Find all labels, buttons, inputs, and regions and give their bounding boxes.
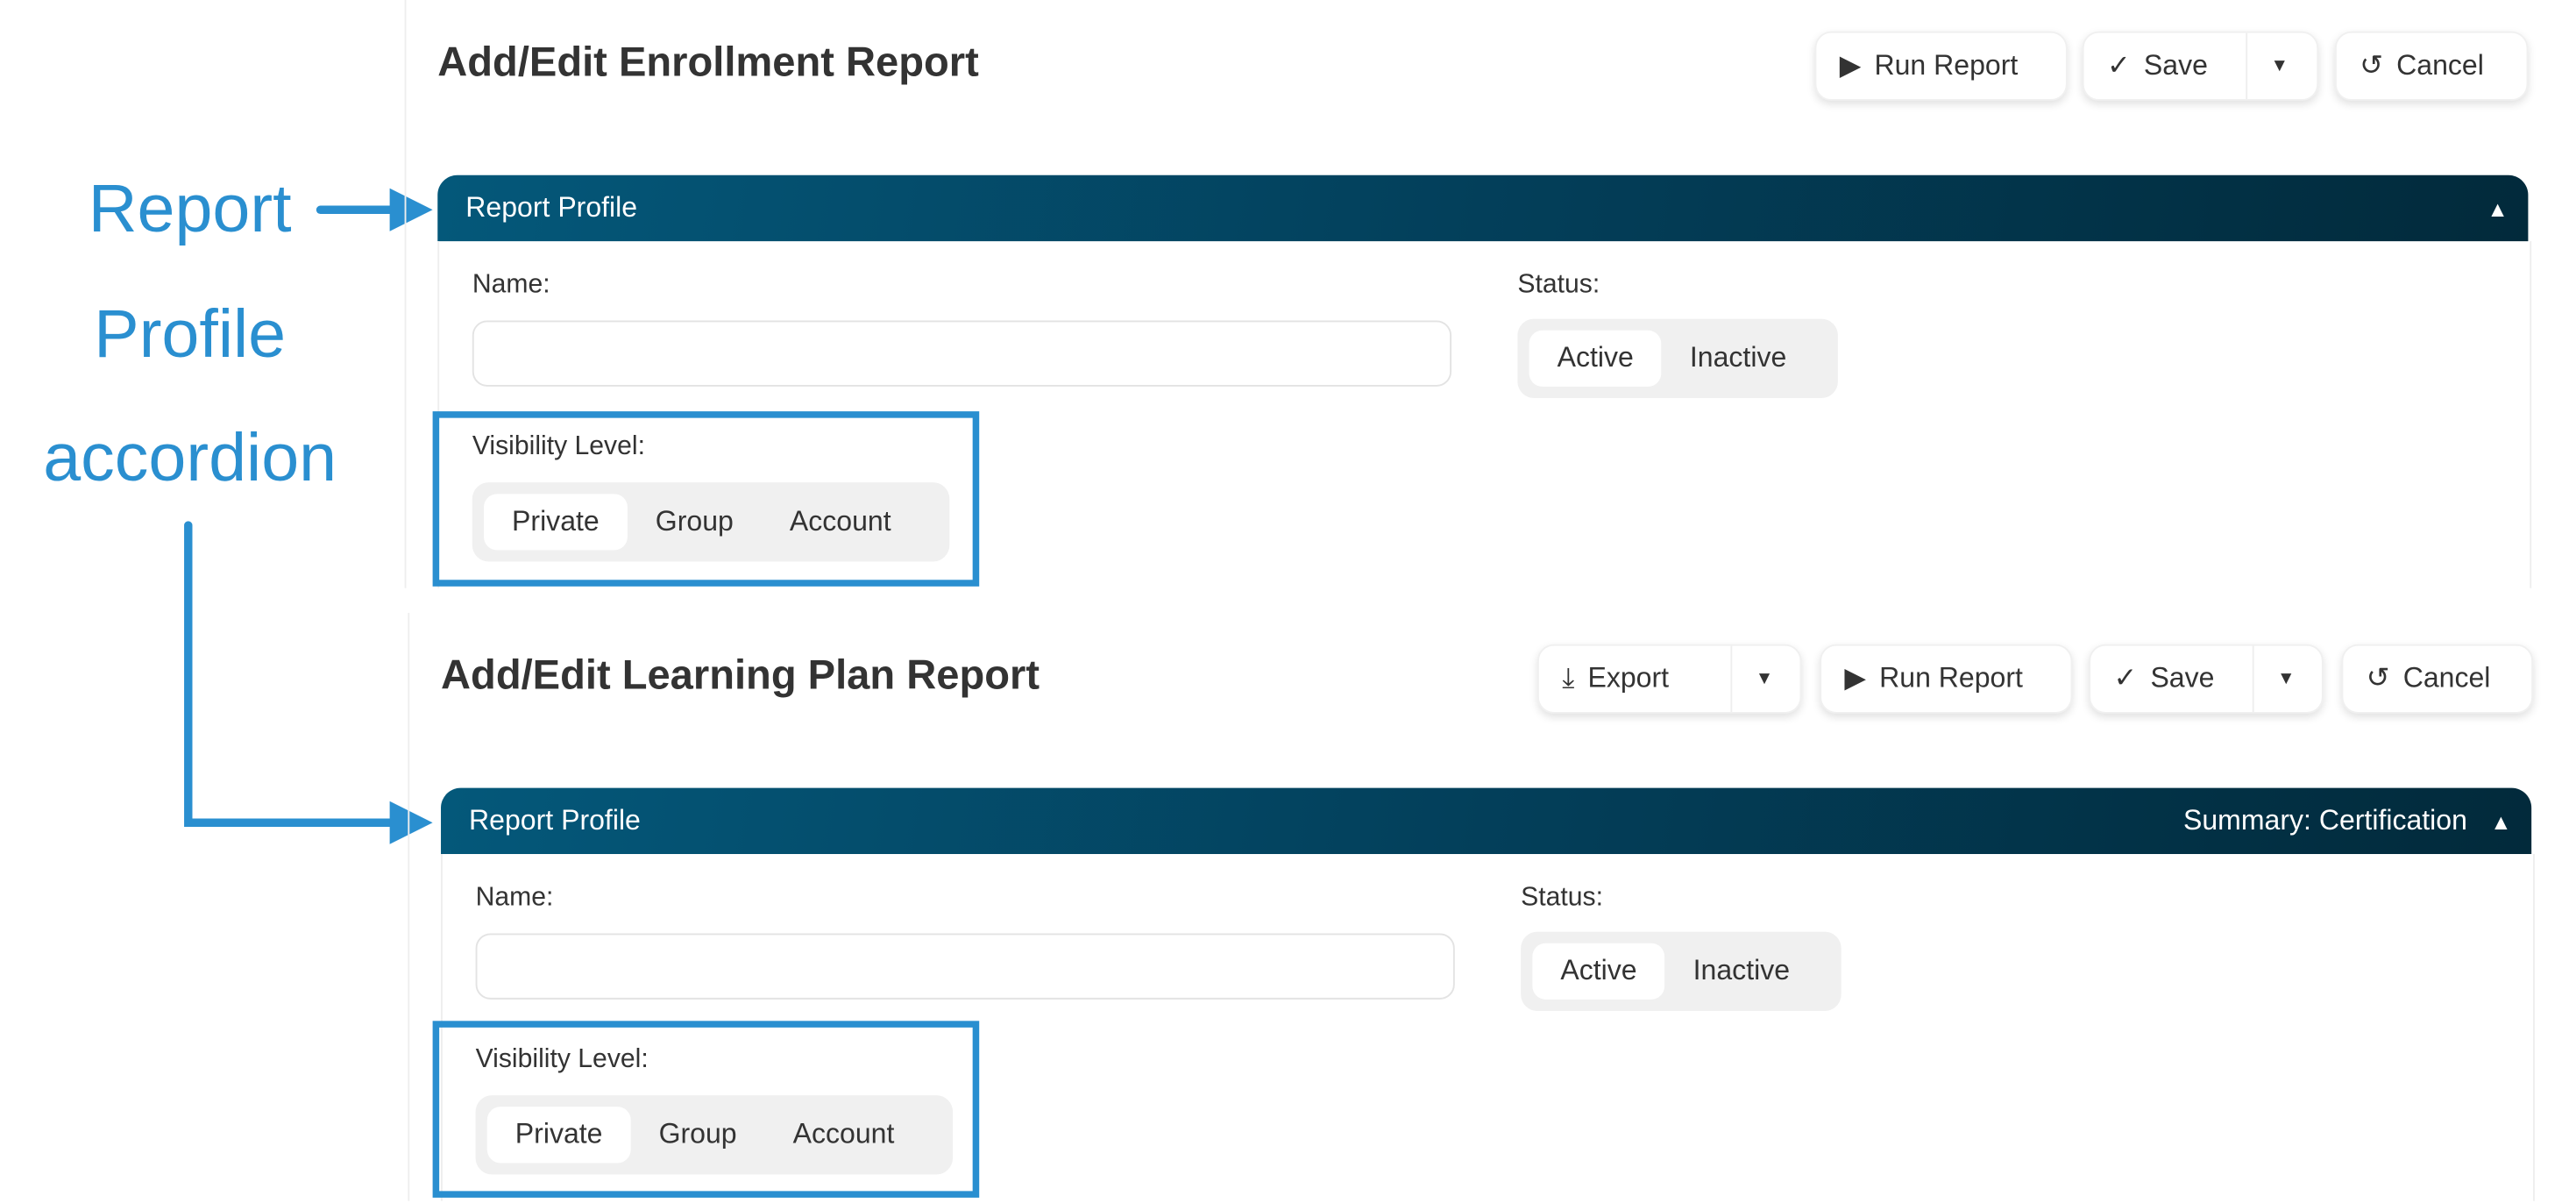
export-button[interactable]: ⤓ Export: [1539, 646, 1731, 712]
name-input[interactable]: [472, 320, 1452, 387]
status-label: Status:: [1521, 883, 1604, 912]
name-label: Name:: [475, 883, 554, 912]
status-option-active[interactable]: Active: [1532, 943, 1665, 1000]
status-label: Status:: [1517, 270, 1600, 300]
run-report-button[interactable]: ▶︎ Run Report: [1820, 644, 2073, 714]
download-tray-icon: ⤓: [1562, 662, 1575, 694]
play-circle-icon: ▶︎: [1844, 662, 1867, 694]
save-button[interactable]: ✓ Save: [2084, 33, 2246, 99]
save-button-group[interactable]: ✓ Save ▼: [2082, 31, 2319, 101]
status-option-inactive[interactable]: Inactive: [1662, 331, 1814, 387]
save-dropdown-caret-icon[interactable]: ▼: [2252, 645, 2318, 713]
name-input[interactable]: [475, 933, 1455, 1000]
status-option-active[interactable]: Active: [1529, 330, 1662, 387]
report-profile-accordion-header[interactable]: Report Profile ▲: [437, 174, 2529, 242]
accordion-summary: Summary: Certification: [2183, 804, 2467, 836]
visibility-highlight-box: [432, 1021, 980, 1198]
export-dropdown-caret-icon[interactable]: ▼: [1730, 645, 1796, 713]
status-option-inactive[interactable]: Inactive: [1665, 943, 1818, 1000]
annotation-arrows: [184, 188, 433, 844]
export-button-group[interactable]: ⤓ Export ▼: [1537, 644, 1802, 714]
report-profile-accordion-header[interactable]: Report Profile Summary: Certification ▲: [441, 787, 2532, 855]
cancel-button[interactable]: ↺ Cancel: [2334, 31, 2529, 101]
collapse-triangle-icon[interactable]: ▲: [2490, 808, 2511, 833]
status-toggle: Active Inactive: [1521, 931, 1842, 1012]
undo-icon: ↺: [2360, 49, 2384, 82]
undo-icon: ↺: [2366, 662, 2390, 694]
check-icon: ✓: [2106, 49, 2131, 82]
status-toggle: Active Inactive: [1517, 318, 1838, 399]
save-button[interactable]: ✓ Save: [2090, 646, 2253, 712]
page-title: Add/Edit Learning Plan Report: [441, 652, 1040, 699]
save-dropdown-caret-icon[interactable]: ▼: [2246, 32, 2311, 100]
run-report-button[interactable]: ▶︎ Run Report: [1814, 31, 2068, 101]
annotation-text: accordion: [43, 419, 337, 496]
play-circle-icon: ▶︎: [1839, 49, 1862, 82]
collapse-triangle-icon[interactable]: ▲: [2487, 196, 2509, 220]
name-label: Name:: [472, 270, 550, 300]
cancel-button[interactable]: ↺ Cancel: [2341, 644, 2534, 714]
visibility-highlight-box: [432, 411, 980, 587]
page-title: Add/Edit Enrollment Report: [437, 39, 979, 86]
check-icon: ✓: [2113, 662, 2138, 694]
save-button-group[interactable]: ✓ Save ▼: [2089, 644, 2324, 714]
annotation-text: Profile: [94, 295, 287, 372]
